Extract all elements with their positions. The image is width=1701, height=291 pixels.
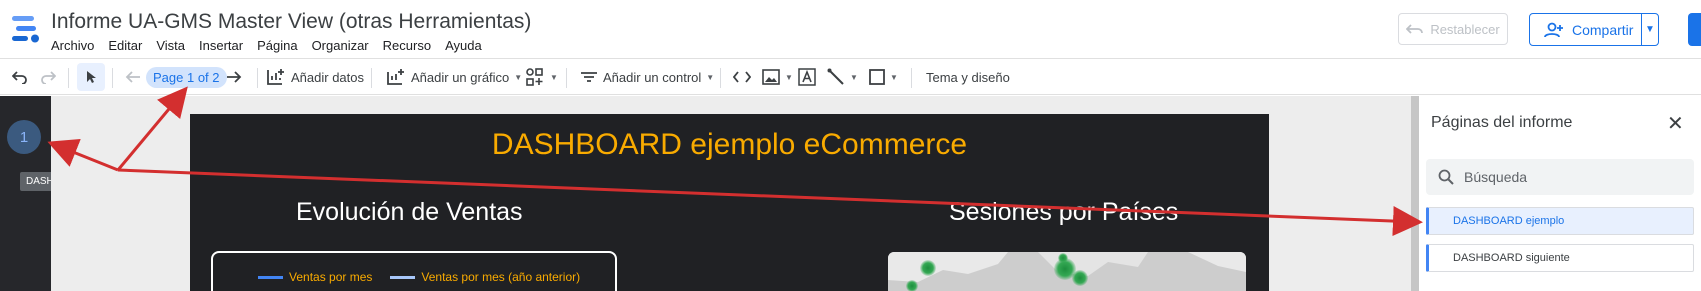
page-indicator[interactable]: Page 1 of 2 [146, 59, 227, 95]
page-list-item-dashboard-ejemplo[interactable]: DASHBOARD ejemplo [1426, 207, 1694, 235]
select-tool-button[interactable] [77, 59, 105, 95]
chevron-down-icon: ▼ [890, 72, 898, 82]
page-indicator-label: Page 1 of 2 [146, 66, 227, 88]
add-control-icon [581, 72, 597, 82]
toolbar-separator [112, 68, 113, 88]
arrow-right-icon [227, 71, 242, 83]
line-icon [827, 68, 844, 85]
page-list-item-label: DASHBOARD siguiente [1453, 252, 1570, 264]
menu-ayuda[interactable]: Ayuda [438, 37, 489, 55]
map-data-point[interactable] [920, 260, 936, 276]
chevron-down-icon: ▼ [706, 72, 715, 82]
report-page[interactable]: DASHBOARD ejemplo eCommerce Evolución de… [190, 114, 1269, 291]
report-title[interactable]: Informe UA-GMS Master View (otras Herram… [51, 10, 531, 34]
menu-organizar[interactable]: Organizar [305, 37, 376, 55]
add-control-button[interactable]: Añadir un control ▼ [580, 59, 714, 95]
menu-pagina[interactable]: Página [250, 37, 304, 55]
map-data-point[interactable] [1072, 270, 1088, 286]
toolbar-separator [257, 68, 258, 88]
add-chart-button[interactable]: Añadir un gráfico ▼ [386, 59, 522, 95]
text-button[interactable] [798, 59, 816, 95]
legend-label: Ventas por mes [289, 270, 373, 284]
shape-button[interactable]: ▼ [869, 59, 898, 95]
looker-studio-logo-icon[interactable] [12, 14, 40, 44]
undo-reset-icon [1406, 24, 1424, 34]
map-data-point[interactable] [1058, 253, 1068, 263]
next-page-button[interactable] [226, 59, 242, 95]
legend-item[interactable]: Ventas por mes [258, 270, 372, 284]
report-pages-panel: Páginas del informe ✕ Búsqueda DASHBOARD… [1419, 96, 1701, 291]
legend-swatch [390, 275, 416, 279]
cursor-icon [87, 71, 96, 83]
legend-label: Ventas por mes (año anterior) [421, 270, 581, 284]
panel-resize-bar[interactable] [1411, 96, 1419, 291]
rectangle-icon [869, 69, 885, 85]
page-list-item-dashboard-siguiente[interactable]: DASHBOARD siguiente [1426, 244, 1694, 272]
chevron-down-icon: ▼ [514, 72, 523, 82]
add-control-label: Añadir un control [603, 69, 702, 85]
search-placeholder: Búsqueda [1464, 169, 1528, 185]
prev-page-button[interactable] [125, 59, 141, 95]
chevron-down-icon: ▼ [550, 72, 558, 82]
menu-vista[interactable]: Vista [149, 37, 192, 55]
share-label: Compartir [1572, 21, 1634, 38]
panel-title: Páginas del informe [1431, 114, 1573, 131]
line-button[interactable]: ▼ [827, 59, 858, 95]
legend-swatch [258, 275, 283, 279]
menu-insertar[interactable]: Insertar [192, 37, 250, 55]
menu-archivo[interactable]: Archivo [44, 37, 101, 55]
chevron-down-icon: ▼ [785, 72, 793, 82]
page-list-item-label: DASHBOARD ejemplo [1453, 215, 1565, 227]
share-button[interactable]: Compartir ▼ [1529, 13, 1659, 46]
page-thumbnail-1[interactable]: 1 [7, 120, 41, 154]
redo-icon [41, 71, 56, 84]
redo-button[interactable] [40, 59, 56, 95]
dashboard-title[interactable]: DASHBOARD ejemplo eCommerce [190, 128, 1269, 162]
add-data-icon [267, 69, 284, 85]
image-icon [762, 69, 780, 85]
embed-url-button[interactable] [733, 59, 751, 95]
arrow-left-icon [125, 71, 140, 83]
app-header: Informe UA-GMS Master View (otras Herram… [0, 0, 1701, 58]
toolbar-separator [911, 68, 912, 88]
toolbar-separator [68, 68, 69, 88]
menu-editar[interactable]: Editar [101, 37, 149, 55]
reset-button[interactable]: Restablecer [1398, 13, 1508, 45]
reset-label: Restablecer [1430, 21, 1500, 37]
view-button[interactable] [1688, 13, 1701, 46]
menu-bar: Archivo Editar Vista Insertar Página Org… [44, 37, 489, 55]
toolbar: Page 1 of 2 Añadir datos Añadir un gráfi… [0, 59, 1701, 95]
toolbar-separator [566, 68, 567, 88]
sales-line-chart[interactable]: Ventas por mes Ventas por mes (año anter… [211, 251, 617, 291]
code-icon [733, 71, 751, 83]
sales-chart-title[interactable]: Evolución de Ventas [296, 198, 523, 227]
add-component-icon [526, 68, 543, 86]
add-chart-label: Añadir un gráfico [411, 69, 510, 85]
add-chart-icon [387, 69, 404, 85]
share-dropdown-icon[interactable]: ▼ [1642, 24, 1658, 35]
add-data-label: Añadir datos [291, 69, 364, 85]
menu-recurso[interactable]: Recurso [376, 37, 438, 55]
theme-layout-button[interactable]: Tema y diseño [926, 59, 1010, 95]
undo-button[interactable] [12, 59, 28, 95]
add-data-button[interactable]: Añadir datos [266, 59, 364, 95]
chevron-down-icon: ▼ [850, 72, 858, 82]
page-search-input[interactable]: Búsqueda [1426, 159, 1694, 195]
toolbar-separator [371, 68, 372, 88]
countries-map-title[interactable]: Sesiones por Países [949, 198, 1178, 227]
image-button[interactable]: ▼ [762, 59, 793, 95]
theme-label: Tema y diseño [926, 69, 1010, 85]
add-component-button[interactable]: ▼ [525, 59, 558, 95]
add-person-icon [1544, 22, 1563, 37]
map-data-point[interactable] [906, 280, 918, 291]
legend-item[interactable]: Ventas por mes (año anterior) [390, 270, 580, 284]
chart-legend: Ventas por mes Ventas por mes (año anter… [258, 270, 580, 284]
toolbar-separator [720, 68, 721, 88]
search-icon [1438, 169, 1454, 185]
undo-icon [12, 71, 27, 84]
geo-map[interactable] [888, 252, 1246, 291]
text-box-icon [798, 68, 816, 86]
close-icon[interactable]: ✕ [1667, 111, 1684, 136]
